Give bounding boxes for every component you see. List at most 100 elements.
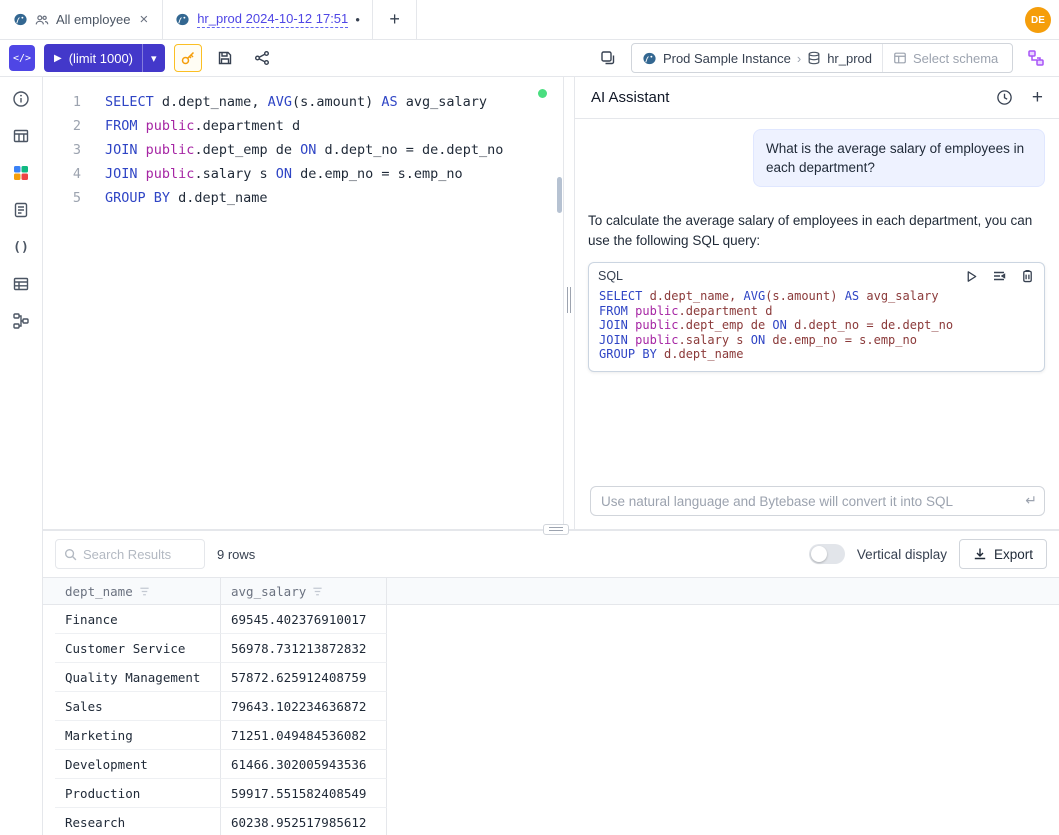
run-icon [965, 270, 978, 283]
tab-all-employee[interactable]: All employee × [0, 0, 163, 39]
databases-button[interactable] [9, 161, 33, 185]
insert-into-editor-button[interactable] [991, 268, 1007, 284]
instance-selector[interactable]: Prod Sample Instance › hr_prod [632, 44, 882, 72]
new-chat-button[interactable]: + [1032, 87, 1043, 109]
row-count: 9 rows [217, 547, 255, 562]
functions-button[interactable]: () [9, 235, 33, 259]
left-sidebar: () [0, 77, 43, 835]
line-number: 5 [43, 186, 105, 210]
sql-editor[interactable]: 1SELECT d.dept_name, AVG(s.amount) AS av… [43, 77, 563, 529]
postgres-icon [175, 12, 190, 27]
run-sql-button[interactable] [963, 268, 979, 284]
table-row: Development61466.302005943536 [43, 750, 1059, 779]
export-label: Export [994, 547, 1033, 562]
schema-icon [893, 51, 907, 65]
column-header[interactable]: dept_name [55, 578, 221, 604]
close-tab-icon[interactable]: × [137, 11, 150, 28]
column-header[interactable]: avg_salary [221, 578, 387, 604]
code-panel-toggle-button[interactable]: </> [9, 45, 35, 71]
code-line[interactable]: 3JOIN public.dept_emp de ON d.dept_no = … [43, 138, 563, 162]
info-button[interactable] [9, 87, 33, 111]
table-cell[interactable]: 79643.102234636872 [221, 692, 387, 721]
avatar[interactable]: DE [1025, 7, 1051, 33]
schema-tables-button[interactable] [9, 124, 33, 148]
code-line[interactable]: JOIN public.dept_emp de ON d.dept_no = d… [599, 318, 1034, 333]
table-cell[interactable]: Sales [55, 692, 221, 721]
tab-label: hr_prod 2024-10-12 17:51 [197, 11, 348, 28]
colored-grid-icon [12, 164, 30, 182]
results-search-input[interactable] [83, 547, 196, 562]
save-button[interactable] [211, 44, 239, 72]
ai-sql-code[interactable]: SELECT d.dept_name, AVG(s.amount) AS avg… [589, 286, 1044, 371]
table-cell[interactable]: Marketing [55, 721, 221, 750]
breadcrumb-separator: › [797, 51, 801, 66]
vertical-splitter[interactable] [563, 77, 575, 529]
sql-block-label: SQL [598, 269, 951, 283]
new-tab-button[interactable]: + [373, 0, 417, 39]
tab-hr-prod[interactable]: hr_prod 2024-10-12 17:51 ● [163, 0, 373, 39]
editor-scrollbar[interactable] [557, 177, 562, 213]
schema-selector[interactable]: Select schema [882, 44, 1012, 72]
save-icon [217, 50, 233, 66]
table-cell[interactable]: Research [55, 808, 221, 835]
table-cell[interactable]: Production [55, 779, 221, 808]
table-cell[interactable]: Development [55, 750, 221, 779]
table-row: Research60238.952517985612 [43, 808, 1059, 835]
code-line[interactable]: 1SELECT d.dept_name, AVG(s.amount) AS av… [43, 90, 563, 114]
vertical-display-label: Vertical display [857, 547, 947, 562]
run-query-button[interactable]: ▶ (limit 1000) ▾ [44, 44, 165, 72]
code-line[interactable]: GROUP BY d.dept_name [599, 347, 1034, 362]
results-search-box[interactable] [55, 539, 205, 569]
lineage-button[interactable] [9, 309, 33, 333]
instance-icon [642, 51, 657, 66]
column-header-label: avg_salary [231, 584, 306, 599]
code-line[interactable]: 4JOIN public.salary s ON de.emp_no = s.e… [43, 162, 563, 186]
table-cell[interactable]: 56978.731213872832 [221, 634, 387, 663]
code-line[interactable]: 2FROM public.department d [43, 114, 563, 138]
table-cell[interactable]: 61466.302005943536 [221, 750, 387, 779]
sort-icon [312, 586, 323, 597]
database-name: hr_prod [827, 51, 872, 66]
history-button[interactable] [996, 89, 1014, 107]
code-line[interactable]: SELECT d.dept_name, AVG(s.amount) AS avg… [599, 289, 1034, 304]
layout-button[interactable] [594, 44, 622, 72]
table-cell[interactable]: 57872.625912408759 [221, 663, 387, 692]
search-icon [64, 548, 77, 561]
instance-name: Prod Sample Instance [663, 51, 791, 66]
table-cell[interactable]: Quality Management [55, 663, 221, 692]
results-body: Finance69545.402376910017Customer Servic… [43, 605, 1059, 835]
code-line[interactable]: JOIN public.salary s ON de.emp_no = s.em… [599, 333, 1034, 348]
share-icon [254, 50, 270, 66]
external-tables-button[interactable] [9, 272, 33, 296]
copy-sql-button[interactable] [1019, 268, 1035, 284]
table-row: Quality Management57872.625912408759 [43, 663, 1059, 692]
ai-sql-block-header: SQL [589, 263, 1044, 286]
sql-editor-lines[interactable]: 1SELECT d.dept_name, AVG(s.amount) AS av… [43, 77, 563, 210]
table-cell[interactable]: 69545.402376910017 [221, 605, 387, 634]
export-button[interactable]: Export [959, 539, 1047, 569]
table-icon [12, 127, 30, 145]
table-cell[interactable]: 71251.049484536082 [221, 721, 387, 750]
panels-icon [600, 50, 616, 66]
chevron-down-icon[interactable]: ▾ [143, 52, 165, 65]
table-cell[interactable]: 60238.952517985612 [221, 808, 387, 835]
worksheet-button[interactable] [9, 198, 33, 222]
insert-into-editor-icon [992, 269, 1006, 283]
table-cell[interactable]: Finance [55, 605, 221, 634]
code-line[interactable]: FROM public.department d [599, 304, 1034, 319]
toggle-knob [811, 546, 827, 562]
admin-mode-button[interactable] [174, 44, 202, 72]
table-cell[interactable]: 59917.551582408549 [221, 779, 387, 808]
ai-prompt-input[interactable] [590, 486, 1045, 516]
bytebase-sql-editor: All employee × hr_prod 2024-10-12 17:51 … [0, 0, 1059, 835]
table-row: Production59917.551582408549 [43, 779, 1059, 808]
ai-assistant-toggle-button[interactable] [1022, 44, 1050, 72]
splitter-handle-icon [567, 287, 572, 313]
table-cell[interactable]: Customer Service [55, 634, 221, 663]
vertical-display-toggle[interactable] [809, 544, 845, 564]
line-number: 1 [43, 90, 105, 114]
share-button[interactable] [248, 44, 276, 72]
horizontal-splitter[interactable] [543, 524, 569, 535]
code-line[interactable]: 5GROUP BY d.dept_name [43, 186, 563, 210]
tab-label: All employee [56, 12, 130, 27]
